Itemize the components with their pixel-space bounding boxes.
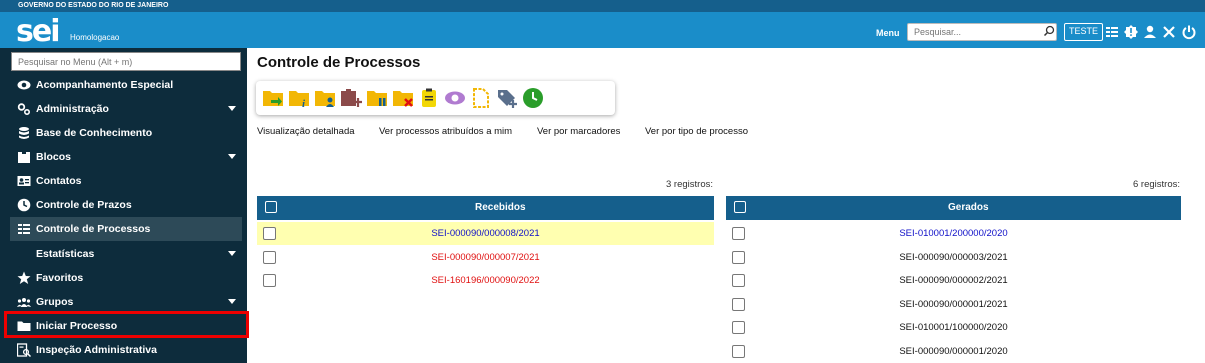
sidebar-item-label: Base de Conhecimento — [36, 127, 153, 139]
sidebar-item-label: Administração — [36, 103, 109, 115]
power-icon[interactable] — [1181, 24, 1197, 40]
table-row: SEI-000090/000008/2021 — [257, 222, 714, 245]
gerados-table-header: Gerados — [726, 196, 1181, 220]
unit-list-icon[interactable] — [1104, 24, 1120, 40]
select-all-recebidos-checkbox[interactable] — [265, 201, 277, 213]
sidebar-item-blocos[interactable]: Blocos — [10, 145, 242, 169]
process-link[interactable]: SEI-000090/000008/2021 — [257, 228, 714, 239]
view-icon[interactable] — [444, 87, 466, 109]
link-ver-por-tipo[interactable]: Ver por tipo de processo — [645, 126, 748, 137]
chevron-down-icon[interactable] — [228, 251, 236, 256]
send-process-icon[interactable] — [262, 87, 284, 109]
sidebar-item-administracao[interactable]: Administração — [10, 97, 242, 121]
sidebar-item-inspecao-administrativa[interactable]: Inspeção Administrativa — [10, 338, 242, 362]
process-link[interactable]: SEI-000090/000001/2021 — [726, 299, 1181, 310]
annotation-icon[interactable] — [418, 87, 440, 109]
settings-icon[interactable] — [1161, 24, 1177, 40]
environment-label: Homologacao — [70, 33, 120, 42]
assign-process-icon[interactable] — [314, 87, 336, 109]
sidebar-item-contatos[interactable]: Contatos — [10, 169, 242, 193]
process-link[interactable]: SEI-010001/200000/2020 — [726, 228, 1181, 239]
recebidos-count: 3 registros: — [666, 179, 713, 190]
process-link[interactable]: SEI-000090/000001/2020 — [726, 346, 1181, 357]
sei-logo[interactable]: sei — [16, 14, 60, 49]
eye-icon — [17, 80, 31, 90]
process-link[interactable]: SEI-000090/000003/2021 — [726, 252, 1181, 263]
sidebar-item-estatisticas[interactable]: Estatísticas — [10, 242, 242, 266]
sidebar-item-label: Estatísticas — [36, 248, 95, 260]
process-list-icon — [18, 224, 30, 234]
link-visualizacao-detalhada[interactable]: Visualização detalhada — [257, 126, 355, 137]
table-row: SEI-160196/000090/2022 — [257, 269, 714, 292]
process-link[interactable]: SEI-160196/000090/2022 — [257, 275, 714, 286]
sidebar-item-controle-de-processos[interactable]: Controle de Processos — [10, 217, 242, 241]
inspection-icon — [17, 343, 31, 357]
gears-icon — [17, 103, 31, 116]
clock-icon — [17, 198, 31, 212]
table-row: SEI-000090/000001/2020 — [726, 340, 1181, 363]
process-link[interactable]: SEI-000090/000007/2021 — [257, 252, 714, 263]
chevron-down-icon[interactable] — [228, 106, 236, 111]
sidebar-item-label: Controle de Prazos — [36, 199, 132, 211]
menu-toggle[interactable]: Menu — [876, 28, 900, 38]
user-icon[interactable] — [1142, 24, 1158, 40]
sidebar-item-controle-de-prazos[interactable]: Controle de Prazos — [10, 193, 242, 217]
table-row: SEI-010001/100000/2020 — [726, 316, 1181, 339]
sidebar-item-label: Controle de Processos — [36, 223, 151, 235]
sidebar-item-label: Inspeção Administrativa — [36, 344, 157, 356]
sidebar-item-label: Blocos — [36, 151, 72, 163]
header-search-input[interactable] — [907, 23, 1057, 41]
table-row: SEI-010001/200000/2020 — [726, 222, 1181, 245]
table-row: SEI-000090/000002/2021 — [726, 269, 1181, 292]
briefcase-icon — [18, 151, 30, 163]
table-row: SEI-000090/000001/2021 — [726, 293, 1181, 316]
table-row: SEI-000090/000003/2021 — [726, 246, 1181, 269]
sidebar-item-label: Grupos — [36, 296, 74, 308]
chevron-down-icon[interactable] — [228, 154, 236, 159]
star-icon — [17, 271, 31, 284]
database-icon — [19, 127, 29, 139]
notification-icon[interactable] — [1123, 24, 1139, 40]
highlight-frame — [4, 311, 249, 338]
gerados-count: 6 registros: — [1133, 179, 1180, 190]
chevron-down-icon[interactable] — [228, 299, 236, 304]
new-document-icon[interactable] — [470, 87, 492, 109]
recebidos-table-header: Recebidos — [257, 196, 714, 220]
recebidos-header-label: Recebidos — [475, 202, 526, 213]
sidebar-item-label: Favoritos — [36, 272, 84, 284]
government-banner: GOVERNO DO ESTADO DO RIO DE JANEIRO — [0, 0, 1205, 12]
pause-process-icon[interactable] — [366, 87, 388, 109]
page-title: Controle de Processos — [257, 54, 421, 71]
process-link[interactable]: SEI-000090/000002/2021 — [726, 275, 1181, 286]
menu-search-input[interactable] — [11, 52, 241, 71]
process-info-icon[interactable]: i — [288, 87, 310, 109]
app-header: sei Homologacao Menu TESTE — [0, 12, 1205, 49]
control-deadline-icon[interactable] — [522, 87, 544, 109]
gerados-header-label: Gerados — [948, 202, 989, 213]
remove-process-icon[interactable] — [392, 87, 414, 109]
search-icon[interactable] — [1043, 25, 1055, 37]
table-row: SEI-000090/000007/2021 — [257, 246, 714, 269]
add-to-block-icon[interactable] — [340, 87, 362, 109]
sidebar-item-label: Contatos — [36, 175, 82, 187]
select-all-gerados-checkbox[interactable] — [734, 201, 746, 213]
unit-selector[interactable]: TESTE — [1064, 23, 1104, 41]
contact-card-icon — [17, 176, 31, 186]
link-processos-atribuidos[interactable]: Ver processos atribuídos a mim — [379, 126, 512, 137]
sidebar-item-label: Acompanhamento Especial — [36, 79, 174, 91]
sidebar-item-favoritos[interactable]: Favoritos — [10, 266, 242, 290]
link-ver-por-marcadores[interactable]: Ver por marcadores — [537, 126, 620, 137]
sidebar-item-acompanhamento-especial[interactable]: Acompanhamento Especial — [10, 73, 242, 97]
process-link[interactable]: SEI-010001/100000/2020 — [726, 322, 1181, 333]
group-icon — [17, 298, 31, 307]
tag-add-icon[interactable] — [496, 87, 518, 109]
process-toolbar: i — [256, 81, 615, 115]
sidebar-item-base-de-conhecimento[interactable]: Base de Conhecimento — [10, 121, 242, 145]
